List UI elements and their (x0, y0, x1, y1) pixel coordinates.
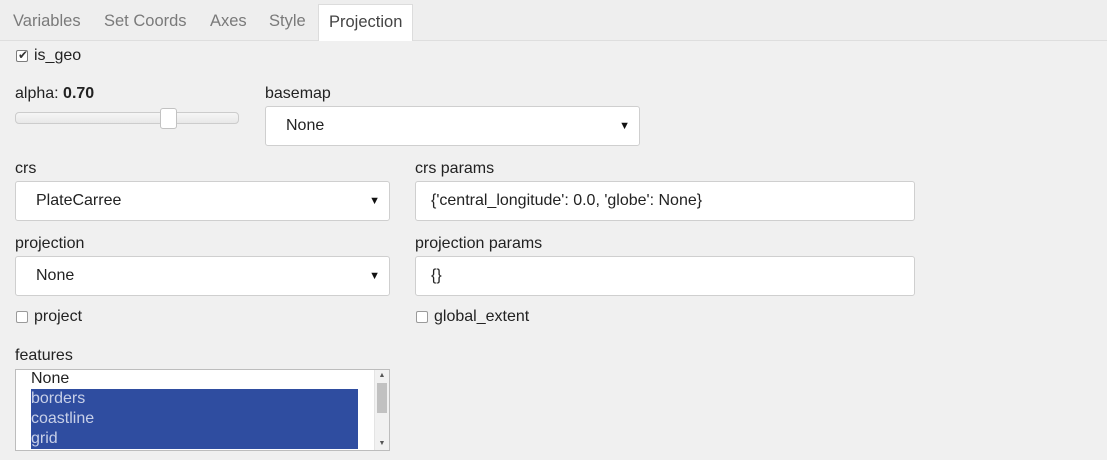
projection-params-input[interactable]: {} (415, 256, 915, 296)
basemap-selected-value: None (286, 117, 325, 134)
scroll-up-icon[interactable]: ▲ (375, 370, 389, 382)
checkmark-icon: ✔ (18, 48, 29, 62)
projection-selected-value: None (36, 267, 75, 284)
list-item[interactable]: None (31, 370, 358, 389)
list-item[interactable]: coastline (31, 409, 358, 429)
features-scrollbar[interactable]: ▲ ▼ (374, 370, 389, 450)
global-extent-checkbox[interactable] (416, 311, 428, 323)
basemap-select[interactable]: None ▼ (265, 106, 640, 146)
alpha-label-text: alpha: (15, 85, 59, 102)
alpha-value: 0.70 (63, 85, 95, 102)
alpha-label: alpha: 0.70 (15, 85, 94, 103)
crs-params-input[interactable]: {'central_longitude': 0.0, 'globe': None… (415, 181, 915, 221)
dropdown-arrow-icon: ▼ (369, 195, 380, 207)
crs-selected-value: PlateCarree (36, 192, 122, 209)
tab-style[interactable]: Style (259, 4, 316, 39)
tab-set-coords[interactable]: Set Coords (94, 4, 197, 39)
list-item-label: grid (31, 430, 58, 447)
features-label: features (15, 347, 73, 364)
scroll-down-icon[interactable]: ▼ (375, 438, 389, 450)
projection-select[interactable]: None ▼ (15, 256, 390, 296)
crs-select[interactable]: PlateCarree ▼ (15, 181, 390, 221)
basemap-label: basemap (265, 85, 331, 102)
scrollbar-thumb[interactable] (377, 383, 387, 413)
list-item-label: coastline (31, 410, 95, 427)
projection-params-value: {} (431, 267, 442, 284)
is-geo-checkbox[interactable]: ✔ (16, 48, 29, 62)
is-geo-label: is_geo (34, 47, 82, 64)
list-item[interactable]: grid (31, 429, 358, 449)
dropdown-arrow-icon: ▼ (369, 270, 380, 282)
project-label: project (34, 308, 83, 325)
list-item[interactable]: borders (31, 389, 358, 409)
tab-axes[interactable]: Axes (200, 4, 257, 39)
tab-bar: Variables Set Coords Axes Style Projecti… (0, 0, 1107, 41)
crs-label: crs (15, 160, 37, 177)
projection-params-label: projection params (415, 235, 543, 252)
global-extent-label: global_extent (434, 308, 530, 325)
list-item-label: None (31, 370, 70, 387)
tab-variables[interactable]: Variables (3, 4, 91, 39)
alpha-slider-handle[interactable] (159, 108, 177, 129)
projection-label: projection (15, 235, 85, 252)
features-listbox[interactable]: None borders coastline grid ▲ ▼ (15, 369, 390, 451)
alpha-slider-track[interactable] (15, 112, 239, 124)
project-checkbox[interactable] (16, 311, 28, 323)
crs-params-value: {'central_longitude': 0.0, 'globe': None… (431, 192, 703, 209)
dropdown-arrow-icon: ▼ (619, 120, 630, 132)
list-item-label: borders (31, 390, 86, 407)
tab-projection[interactable]: Projection (318, 4, 414, 41)
crs-params-label: crs params (415, 160, 495, 177)
